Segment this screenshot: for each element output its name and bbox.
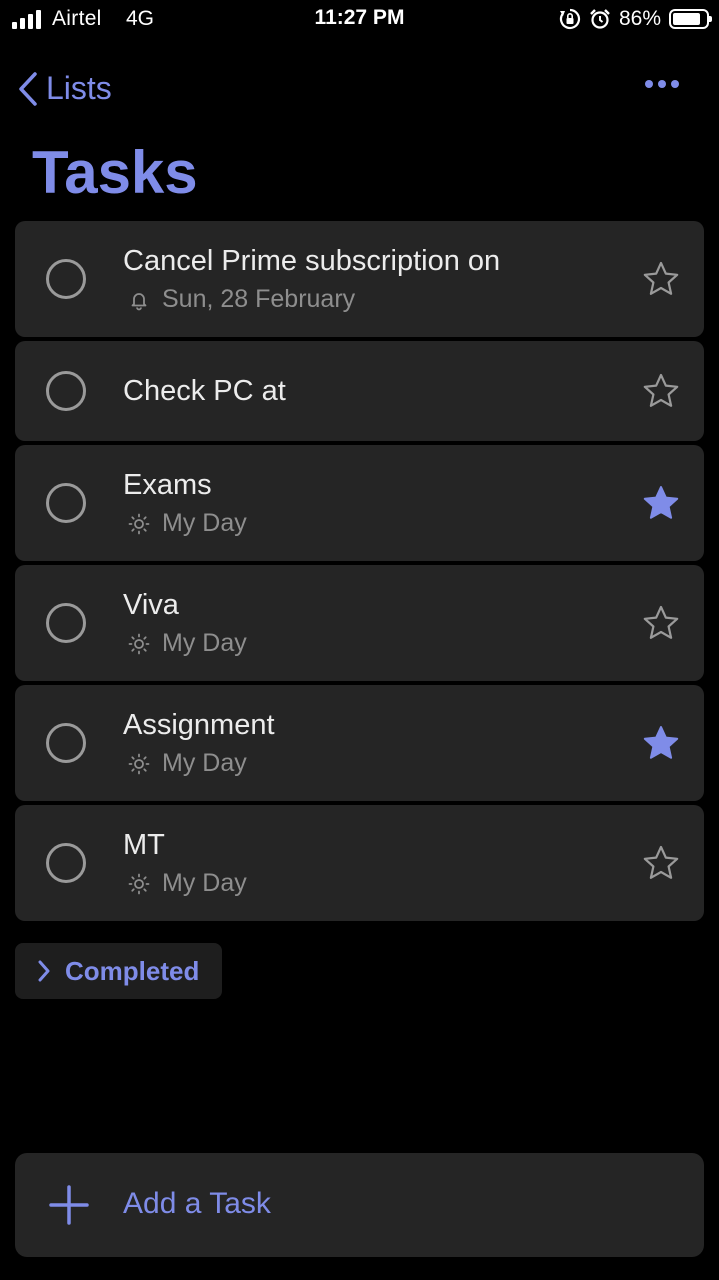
task-subtitle: My Day xyxy=(128,869,247,898)
sun-icon xyxy=(128,513,150,534)
bell-icon xyxy=(131,292,147,310)
task-subtitle-text: My Day xyxy=(162,869,247,897)
task-item[interactable]: Check PC at xyxy=(15,341,704,441)
task-complete-checkbox[interactable] xyxy=(46,259,86,299)
sun-icon xyxy=(128,633,150,654)
task-item[interactable]: Exams My Day xyxy=(15,445,704,561)
chevron-left-icon xyxy=(19,71,37,106)
add-task-label: Add a Task xyxy=(123,1187,271,1220)
plus-icon xyxy=(49,1185,89,1225)
battery-icon xyxy=(669,9,712,29)
task-complete-checkbox[interactable] xyxy=(46,603,86,643)
task-subtitle-text: My Day xyxy=(162,509,247,537)
task-item[interactable]: Assignment My Day xyxy=(15,685,704,801)
task-title: MT xyxy=(123,829,165,861)
star-outline-icon[interactable] xyxy=(642,372,680,410)
task-item[interactable]: Cancel Prime subscription on Sun, 28 Febr… xyxy=(15,221,704,337)
chevron-right-icon xyxy=(38,960,50,982)
task-item[interactable]: Viva My Day xyxy=(15,565,704,681)
task-subtitle-text: Sun, 28 February xyxy=(162,285,356,313)
task-title: Viva xyxy=(123,589,179,621)
task-subtitle: Sun, 28 February xyxy=(128,285,355,314)
orientation-lock-icon xyxy=(559,8,581,30)
completed-toggle[interactable]: Completed xyxy=(15,943,222,999)
task-subtitle: My Day xyxy=(128,629,247,658)
more-options-button[interactable] xyxy=(645,80,679,88)
task-item[interactable]: MT My Day xyxy=(15,805,704,921)
task-subtitle-text: My Day xyxy=(162,629,247,657)
more-dot xyxy=(645,80,653,88)
star-filled-icon[interactable] xyxy=(642,484,680,522)
battery-percent: 86% xyxy=(618,7,661,30)
status-bar: Airtel 4G 11:27 PM 86% xyxy=(0,0,719,40)
task-title: Cancel Prime subscription on xyxy=(123,245,501,277)
star-outline-icon[interactable] xyxy=(642,604,680,642)
completed-label: Completed xyxy=(65,955,200,986)
star-outline-icon[interactable] xyxy=(642,844,680,882)
sun-icon xyxy=(128,753,150,774)
star-outline-icon[interactable] xyxy=(642,260,680,298)
page-title: Tasks xyxy=(32,139,198,206)
task-subtitle: My Day xyxy=(128,749,247,778)
back-label: Lists xyxy=(46,70,112,106)
task-complete-checkbox[interactable] xyxy=(46,843,86,883)
status-right-group: 86% xyxy=(559,6,712,32)
alarm-icon xyxy=(590,9,610,29)
task-title: Check PC at xyxy=(123,375,286,407)
task-title: Exams xyxy=(123,469,212,501)
task-complete-checkbox[interactable] xyxy=(46,483,86,523)
back-to-lists-button[interactable]: Lists xyxy=(18,70,112,107)
task-subtitle: My Day xyxy=(128,509,247,538)
battery-fill xyxy=(673,13,700,25)
more-dot xyxy=(658,80,666,88)
task-subtitle-text: My Day xyxy=(162,749,247,777)
star-filled-icon[interactable] xyxy=(642,724,680,762)
task-title: Assignment xyxy=(123,709,275,741)
task-complete-checkbox[interactable] xyxy=(46,723,86,763)
more-dot xyxy=(671,80,679,88)
add-task-button[interactable]: Add a Task xyxy=(15,1153,704,1257)
sun-icon xyxy=(128,873,150,894)
task-complete-checkbox[interactable] xyxy=(46,371,86,411)
